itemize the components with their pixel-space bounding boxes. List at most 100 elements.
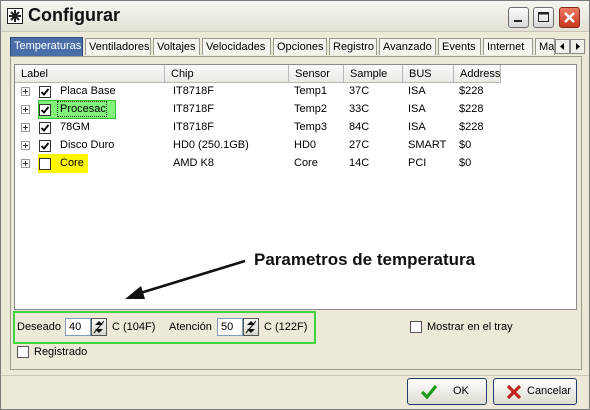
row-sample: 14C	[349, 157, 370, 169]
ok-button[interactable]: OK	[407, 378, 487, 405]
app-gear-icon	[7, 8, 23, 24]
table-row[interactable]: Placa Base IT8718F Temp1 37C ISA $228	[15, 83, 576, 101]
expand-icon[interactable]	[21, 141, 30, 150]
minimize-icon	[514, 20, 522, 22]
checkmark-icon	[40, 106, 50, 114]
title-bar[interactable]: Configurar	[1, 1, 589, 32]
desired-input[interactable]	[65, 318, 91, 336]
close-icon	[564, 12, 575, 23]
row-sample: 84C	[349, 121, 370, 133]
row-label: Procesac	[60, 103, 106, 115]
row-bus: ISA	[408, 85, 426, 97]
maximize-button[interactable]	[533, 7, 554, 28]
annotation-arrow-icon	[125, 259, 246, 299]
tab-temperaturas[interactable]: Temperaturas	[10, 37, 83, 57]
row-sensor: Temp1	[294, 85, 328, 97]
table-row[interactable]: Procesac IT8718F Temp2 33C ISA $228	[15, 100, 576, 119]
attention-spin-button[interactable]	[243, 318, 259, 336]
table-row[interactable]: Disco Duro HD0 (250.1GB) HD0 27C SMART $…	[15, 137, 576, 155]
list-header: Label Chip Sensor Sample BUS Address	[15, 65, 576, 83]
cancel-button[interactable]: Cancelar	[493, 378, 577, 405]
row-address: $0	[459, 157, 472, 169]
row-checkbox[interactable]	[39, 104, 51, 116]
tab-strip: Temperaturas Ventiladores Voltajes Veloc…	[10, 37, 582, 57]
row-checkbox[interactable]	[39, 86, 51, 98]
cancel-label: Cancelar	[527, 385, 572, 397]
row-sensor: HD0	[294, 139, 317, 151]
column-header-label[interactable]: Label	[15, 65, 165, 83]
tab-registro[interactable]: Registro	[329, 38, 377, 55]
ok-label: OK	[453, 385, 469, 397]
registered-label: Registrado	[34, 346, 88, 358]
configurar-window: Configurar Temperaturas Ventiladores Vol…	[0, 0, 590, 410]
desired-unit: C (104F)	[112, 321, 156, 333]
expand-icon[interactable]	[21, 159, 30, 168]
window-title: Configurar	[28, 5, 120, 25]
annotation-text: Parametros de temperatura	[254, 250, 476, 269]
row-label: Disco Duro	[60, 139, 115, 151]
row-address: $228	[459, 103, 484, 115]
divider	[1, 375, 589, 376]
column-header-chip[interactable]: Chip	[165, 65, 289, 83]
column-header-bus[interactable]: BUS	[403, 65, 454, 83]
tab-voltajes[interactable]: Voltajes	[153, 38, 200, 55]
expand-icon[interactable]	[21, 105, 30, 114]
arrow-right-icon	[576, 43, 580, 50]
row-address: $228	[459, 121, 484, 133]
tab-scroll-left-button[interactable]	[555, 39, 570, 54]
row-address: $228	[459, 85, 484, 97]
spin-arrows-icon	[93, 320, 105, 334]
row-label: 78GM	[60, 121, 90, 133]
tab-scroll-arrows	[555, 39, 585, 54]
row-label: Placa Base	[60, 85, 116, 97]
tab-scroll-right-button[interactable]	[570, 39, 585, 54]
tab-avanzado[interactable]: Avanzado	[379, 38, 436, 55]
tab-ventiladores[interactable]: Ventiladores	[85, 38, 151, 55]
tab-internet[interactable]: Internet	[483, 38, 533, 55]
table-row[interactable]: Core AMD K8 Core 14C PCI $0	[15, 154, 576, 173]
minimize-button[interactable]	[508, 7, 529, 28]
attention-unit: C (122F)	[264, 321, 308, 333]
attention-label: Atención	[169, 321, 212, 333]
row-sensor: Core	[294, 157, 318, 169]
attention-input[interactable]	[217, 318, 243, 336]
close-button[interactable]	[559, 7, 580, 28]
row-checkbox[interactable]	[39, 158, 51, 170]
tab-events[interactable]: Events	[438, 38, 481, 55]
desired-spin-button[interactable]	[91, 318, 107, 336]
expand-icon[interactable]	[21, 123, 30, 132]
row-checkbox[interactable]	[39, 122, 51, 134]
checkmark-icon	[40, 142, 50, 150]
column-header-address[interactable]: Address	[454, 65, 501, 83]
column-header-sample[interactable]: Sample	[344, 65, 403, 83]
row-bus: SMART	[408, 139, 447, 151]
row-checkbox[interactable]	[39, 140, 51, 152]
column-header-sensor[interactable]: Sensor	[289, 65, 344, 83]
tray-label: Mostrar en el tray	[427, 321, 513, 333]
tab-opciones[interactable]: Opciones	[273, 38, 327, 55]
checkmark-icon	[40, 88, 50, 96]
row-chip: IT8718F	[173, 121, 214, 133]
row-sensor: Temp2	[294, 103, 328, 115]
maximize-icon	[538, 12, 549, 22]
desired-label: Deseado	[17, 321, 62, 333]
expand-icon[interactable]	[21, 87, 30, 96]
row-chip: IT8718F	[173, 85, 214, 97]
checkmark-icon	[420, 384, 438, 400]
x-icon	[506, 384, 522, 400]
row-chip: HD0 (250.1GB)	[173, 139, 249, 151]
row-bus: ISA	[408, 103, 426, 115]
table-row[interactable]: 78GM IT8718F Temp3 84C ISA $228	[15, 119, 576, 137]
row-chip: AMD K8	[173, 157, 214, 169]
checkmark-icon	[40, 124, 50, 132]
row-sample: 37C	[349, 85, 370, 97]
tab-velocidades[interactable]: Velocidades	[202, 38, 271, 55]
tray-checkbox[interactable]	[410, 321, 422, 333]
sensor-list[interactable]: Label Chip Sensor Sample BUS Address Pla…	[14, 64, 577, 310]
tab-more[interactable]: Ma	[535, 38, 555, 55]
spin-arrows-icon	[245, 320, 257, 334]
arrow-left-icon	[560, 43, 564, 50]
row-bus: ISA	[408, 121, 426, 133]
registered-checkbox[interactable]	[17, 346, 29, 358]
row-sensor: Temp3	[294, 121, 328, 133]
